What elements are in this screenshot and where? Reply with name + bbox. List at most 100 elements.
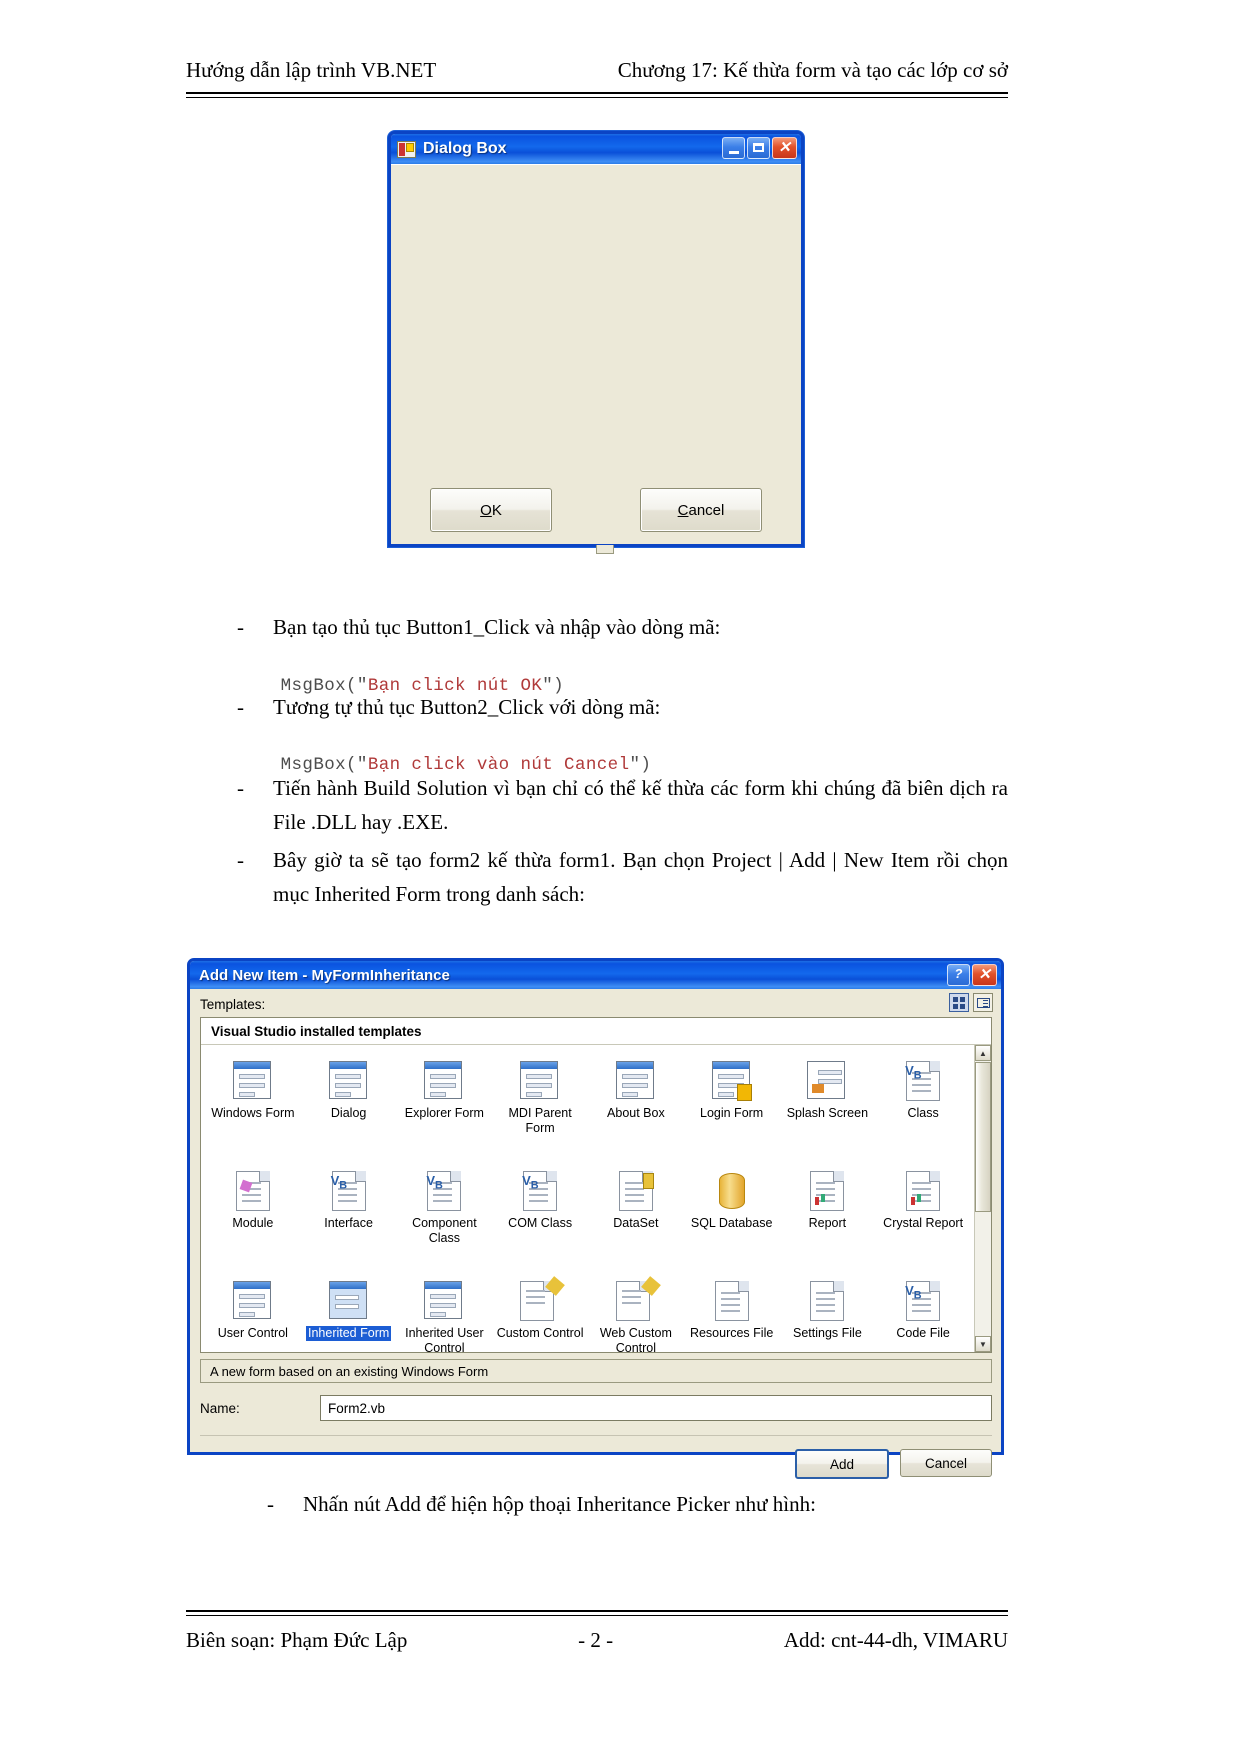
dialog-box-title-bar[interactable]: Dialog Box ✕ [391, 134, 801, 164]
bullet-dash: - [267, 1492, 274, 1516]
ok-label-rest: K [491, 501, 502, 519]
template-item-crystal-report[interactable]: Crystal Report [875, 1165, 971, 1271]
cancel-label-rest: ancel [688, 501, 725, 519]
template-label: Interface [324, 1216, 373, 1230]
template-label: SQL Database [690, 1216, 773, 1230]
bullet-text: Tiến hành Build Solution vì bạn chỉ có t… [273, 776, 1008, 835]
dialog-box-body: OK Cancel [391, 164, 801, 545]
scroll-down-button[interactable]: ▼ [975, 1336, 991, 1352]
footer-right-text: Add: cnt-44-dh, VIMARU [783, 1628, 1008, 1652]
close-icon: ✕ [778, 139, 791, 156]
template-item-class[interactable]: VB Class [875, 1055, 971, 1161]
template-item-com-class[interactable]: VB COM Class [492, 1165, 588, 1271]
header-right-text: Chương 17: Kế thừa form và tạo các lớp c… [617, 58, 1008, 82]
footer-separator [200, 1435, 992, 1436]
template-label: Resources File [689, 1326, 774, 1340]
settings-file-icon [807, 1281, 847, 1321]
bullet-item-3: - Tiến hành Build Solution vì bạn chỉ có… [237, 771, 1008, 839]
close-button[interactable]: ✕ [972, 964, 997, 986]
template-label: COM Class [508, 1216, 573, 1230]
template-item-about-box[interactable]: About Box [588, 1055, 684, 1161]
dialog-buttons: Add Cancel [795, 1449, 992, 1479]
large-icons-view-button[interactable] [949, 993, 969, 1012]
window-controls: ✕ [722, 137, 797, 159]
template-item-windows-form[interactable]: Windows Form [205, 1055, 301, 1161]
custom-control-icon [520, 1276, 565, 1321]
template-item-sql-database[interactable]: SQL Database [684, 1165, 780, 1271]
template-item-report[interactable]: Report [780, 1165, 876, 1271]
template-label: Class [907, 1106, 939, 1120]
template-item-resources-file[interactable]: Resources File [684, 1275, 780, 1352]
cancel-button[interactable]: Cancel [900, 1449, 992, 1477]
templates-panel: Visual Studio installed templates Window… [200, 1017, 992, 1353]
template-item-login-form[interactable]: Login Form [684, 1055, 780, 1161]
template-item-custom-control[interactable]: Custom Control [492, 1275, 588, 1352]
template-item-splash-screen[interactable]: Splash Screen [780, 1055, 876, 1161]
templates-group-header: Visual Studio installed templates [201, 1018, 991, 1045]
dialog-icon [328, 1061, 369, 1101]
dialog-box-client-area: OK Cancel [394, 168, 798, 542]
template-item-user-control[interactable]: User Control [205, 1275, 301, 1352]
close-button[interactable]: ✕ [772, 137, 797, 159]
maximize-button[interactable] [747, 137, 770, 159]
window-controls: ? ✕ [947, 964, 997, 986]
resources-file-icon [712, 1281, 752, 1321]
cancel-button[interactable]: Cancel [640, 488, 762, 532]
cancel-accel: C [677, 501, 689, 519]
vb-form-icon [397, 140, 416, 158]
template-item-mdi-parent-form[interactable]: MDI Parent Form [492, 1055, 588, 1161]
bullet-item-1: - Bạn tạo thủ tục Button1_Click và nhập … [237, 610, 1008, 644]
login-form-icon [711, 1061, 752, 1101]
bullet-item-2: - Tương tự thủ tục Button2_Click với dòn… [237, 690, 1008, 724]
help-button[interactable]: ? [947, 964, 970, 986]
add-new-item-window: Add New Item - MyFormInheritance ? ✕ Tem… [187, 958, 1004, 1479]
scrollbar-thumb[interactable] [975, 1062, 991, 1212]
template-label: Login Form [700, 1106, 764, 1120]
template-label: About Box [607, 1106, 665, 1120]
template-item-explorer-form[interactable]: Explorer Form [397, 1055, 493, 1161]
footer-rule-bottom [186, 1615, 1008, 1616]
view-mode-buttons [949, 993, 993, 1012]
template-item-component-class[interactable]: VB Component Class [397, 1165, 493, 1271]
ok-accel: O [480, 501, 492, 519]
name-input[interactable]: Form2.vb [320, 1395, 992, 1421]
document-page: Hướng dẫn lập trình VB.NET Chương 17: Kế… [0, 0, 1239, 1753]
templates-grid: Windows Form Dialog Explorer Form MDI Paren… [201, 1045, 975, 1352]
template-label: Module [232, 1216, 274, 1230]
dialog-box-window: Dialog Box ✕ OK Cancel [388, 131, 804, 554]
template-item-module[interactable]: Module [205, 1165, 301, 1271]
explorer-form-icon [424, 1061, 464, 1101]
templates-scrollbar[interactable]: ▲ ▼ [974, 1045, 991, 1352]
interface-icon: VB [329, 1171, 369, 1211]
bullet-item-4: - Bây giờ ta sẽ tạo form2 kế thừa form1.… [237, 843, 1008, 911]
template-item-code-file[interactable]: VB Code File [875, 1275, 971, 1352]
minimize-button[interactable] [722, 137, 745, 159]
template-item-dataset[interactable]: DataSet [588, 1165, 684, 1271]
list-view-button[interactable] [973, 993, 993, 1012]
template-item-inherited-form[interactable]: Inherited Form [301, 1275, 397, 1352]
mdi-parent-form-icon [520, 1061, 560, 1101]
template-description: A new form based on an existing Windows … [200, 1359, 992, 1383]
inherited-form-icon [328, 1281, 369, 1321]
template-item-interface[interactable]: VB Interface [301, 1165, 397, 1271]
template-label: Explorer Form [404, 1106, 484, 1120]
bullet-dash: - [237, 615, 244, 639]
close-icon: ✕ [978, 966, 991, 983]
template-label: Crystal Report [883, 1216, 964, 1230]
template-item-dialog[interactable]: Dialog [301, 1055, 397, 1161]
ok-button[interactable]: OK [430, 488, 552, 532]
bullet-text: Tương tự thủ tục Button2_Click với dòng … [273, 695, 661, 719]
scroll-up-button[interactable]: ▲ [975, 1045, 991, 1061]
inherited-user-control-icon [424, 1281, 464, 1321]
add-new-item-title-bar[interactable]: Add New Item - MyFormInheritance ? ✕ [190, 961, 1001, 989]
template-item-inherited-user-control[interactable]: Inherited User Control [397, 1275, 493, 1352]
template-item-web-custom-control[interactable]: Web Custom Control [588, 1275, 684, 1352]
module-icon [233, 1171, 273, 1211]
bullet-dash: - [237, 695, 244, 719]
template-label: Dialog [330, 1106, 367, 1120]
header-rule-bottom [186, 97, 1008, 98]
report-icon [807, 1171, 847, 1211]
template-item-settings-file[interactable]: Settings File [780, 1275, 876, 1352]
add-button[interactable]: Add [795, 1449, 889, 1479]
component-class-icon: VB [424, 1171, 464, 1211]
